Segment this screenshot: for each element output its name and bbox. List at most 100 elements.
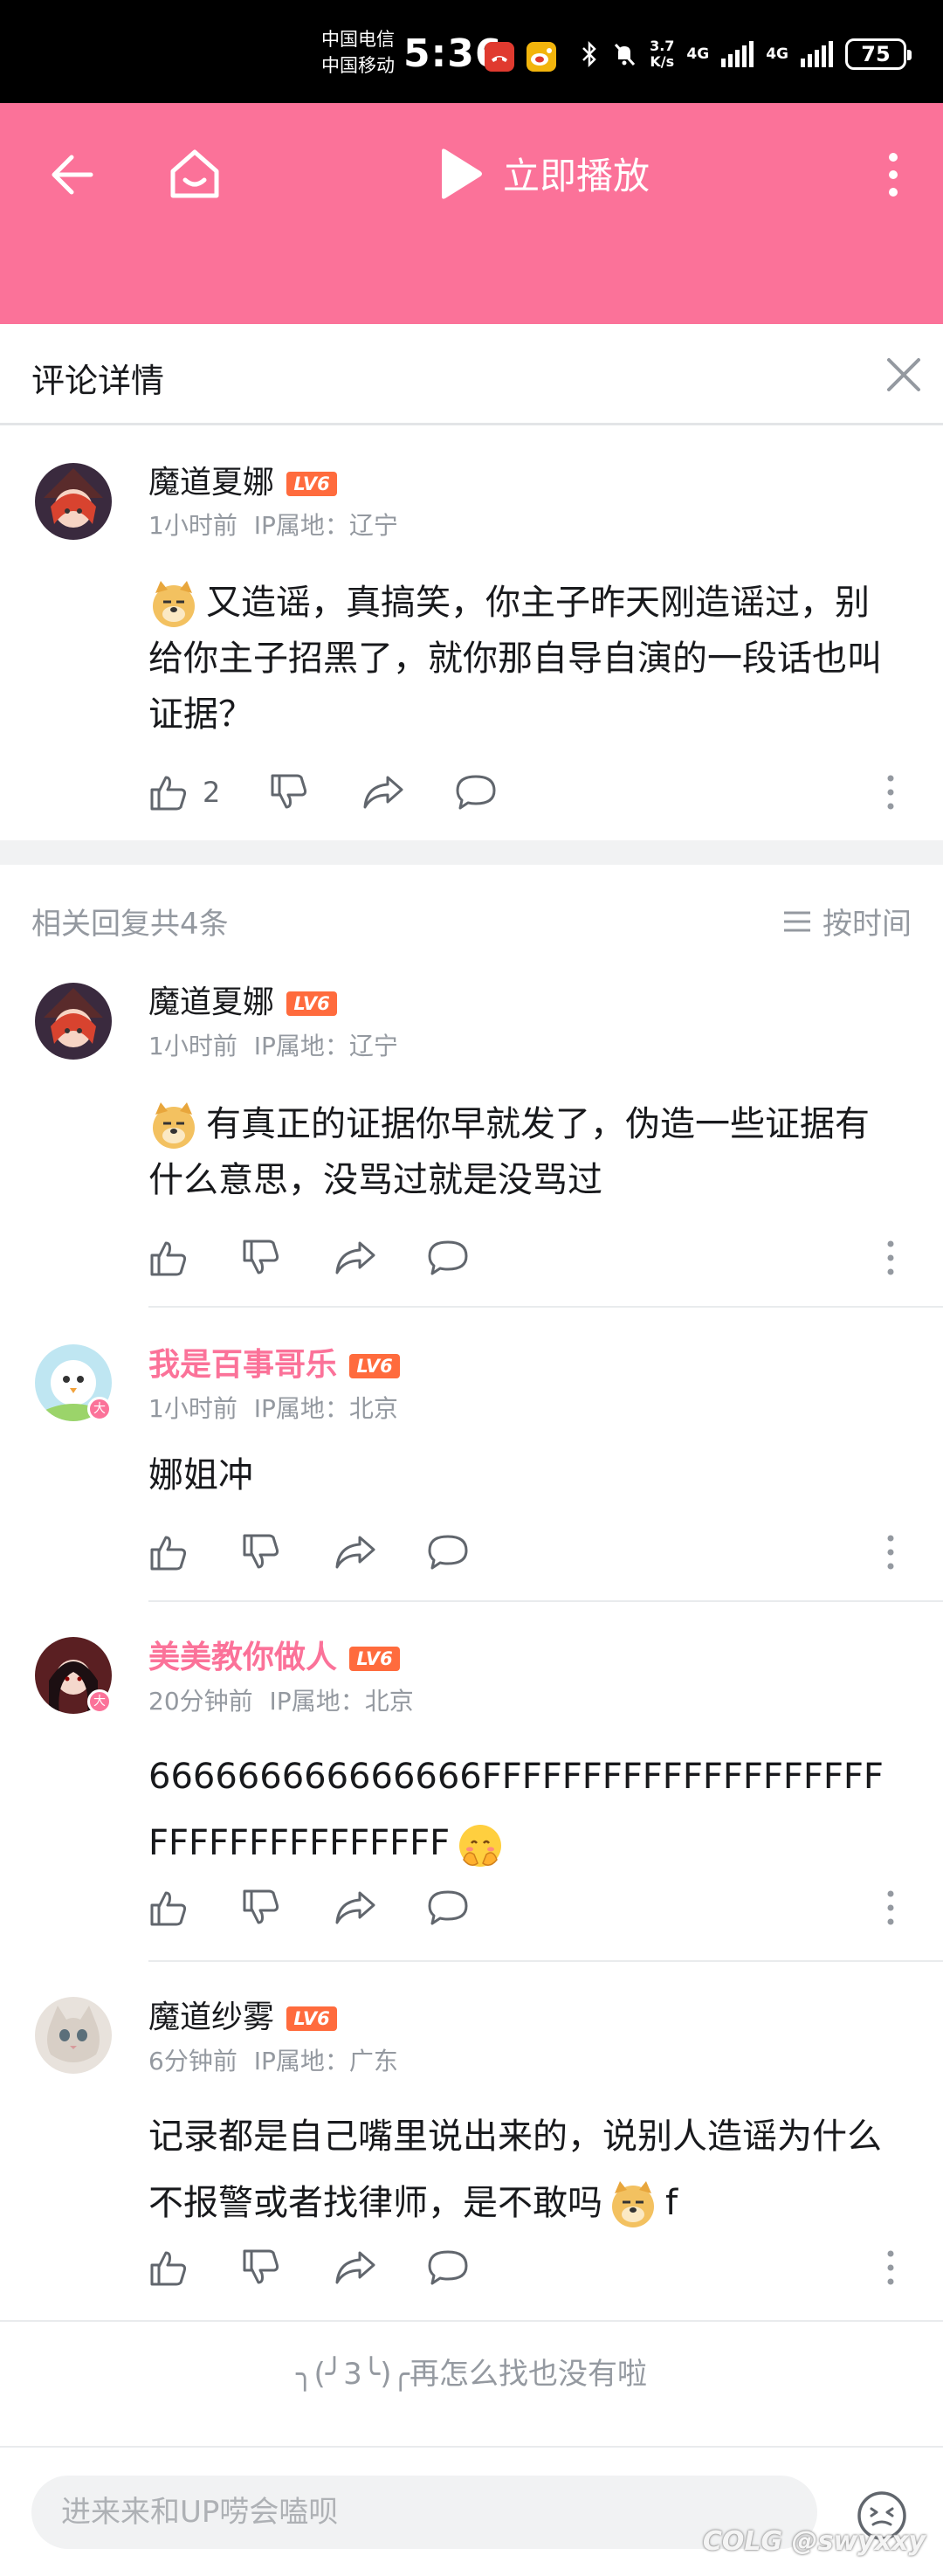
network-type-2: 4G — [766, 45, 788, 63]
reply-more-button[interactable] — [882, 1239, 899, 1277]
reply-ip: IP属地：北京 — [269, 1687, 414, 1716]
share-icon — [363, 776, 403, 809]
reply-username[interactable]: 魔道夏娜 LV6 — [148, 977, 338, 1022]
reply-more-button[interactable] — [882, 2248, 899, 2287]
reply-button[interactable] — [426, 1236, 470, 1280]
share-icon — [335, 1241, 375, 1274]
thumb-down-icon — [243, 1534, 279, 1569]
comment-more-button[interactable] — [882, 773, 899, 811]
reply-body-tail: f — [665, 2183, 678, 2223]
play-now-button[interactable]: 立即播放 — [437, 147, 650, 200]
comment-bubble-icon — [428, 2250, 468, 2285]
username-text: 我是百事哥乐 — [148, 1347, 338, 1383]
thumb-down-icon — [243, 2249, 279, 2284]
network-type-1: 4G — [686, 45, 710, 63]
carrier-2: 中国移动 — [321, 55, 395, 76]
reply-item: 大 美美教你做人 LV6 20分钟前 IP属地：北京 66666666666666… — [0, 1602, 943, 1960]
net-speed-value: 3.7 — [650, 38, 675, 54]
thumb-down-icon — [243, 1240, 279, 1274]
reply-body: 666666666666666FFFFFFFFFFFFFFFFFFFFFFFFF… — [148, 1757, 884, 1863]
dislike-button[interactable] — [269, 770, 313, 814]
home-button[interactable] — [166, 145, 224, 203]
username-text: 魔道夏娜 — [148, 984, 275, 1020]
level-badge: LV6 — [286, 991, 338, 1016]
reply-body: 记录都是自己嘴里说出来的，说别人造谣为什么不报警或者找律师，是不敢吗 — [148, 2117, 882, 2223]
reply-count-label: 相关回复共4条 — [31, 907, 229, 942]
share-button[interactable] — [334, 1530, 377, 1574]
reply-text: 记录都是自己嘴里说出来的，说别人造谣为什么不报警或者找律师，是不敢吗 f — [148, 2103, 899, 2236]
reply-time: 6分钟前 — [148, 2047, 237, 2075]
back-button[interactable] — [45, 148, 98, 201]
comment-text: 又造谣，真搞笑，你主子昨天刚造谣过，别给你主子招黑了，就你那自导自演的一段话也叫… — [148, 575, 899, 742]
more-vertical-icon — [889, 153, 898, 197]
reply-text: 娜姐冲 — [148, 1447, 899, 1503]
sort-list-icon — [784, 911, 810, 931]
more-vertical-icon — [887, 1890, 894, 1925]
comment-bubble-icon — [456, 775, 496, 810]
page-title: 评论详情 — [31, 362, 165, 400]
avatar[interactable] — [35, 983, 112, 1060]
dislike-button[interactable] — [241, 1530, 285, 1574]
reply-button[interactable] — [426, 1886, 470, 1930]
reply-username[interactable]: 美美教你做人 LV6 — [148, 1632, 401, 1677]
reply-actions — [148, 2246, 519, 2289]
reply-button[interactable] — [426, 1530, 470, 1574]
status-bar: 中国电信 中国移动 5:36 3.7 K/s 4G 4G 75 — [0, 0, 943, 103]
end-of-list-note: ╮(╯3╰)╭再怎么找也没有啦 — [295, 2357, 648, 2392]
dislike-button[interactable] — [241, 1236, 285, 1280]
username-text: 魔道纱雾 — [148, 1999, 275, 2035]
like-button[interactable] — [148, 1530, 192, 1574]
level-badge: LV6 — [349, 1647, 401, 1671]
mute-bell-icon — [614, 43, 636, 66]
reply-username[interactable]: 我是百事哥乐 LV6 — [148, 1339, 401, 1385]
reply-item: 魔道纱雾 LV6 6分钟前 IP属地：广东 记录都是自己嘴里说出来的，说别人造谣为… — [0, 1962, 943, 2320]
arrow-left-icon — [52, 155, 93, 195]
share-button[interactable] — [334, 1886, 377, 1930]
share-button[interactable] — [334, 2246, 377, 2289]
reply-ip: IP属地：广东 — [253, 2047, 398, 2075]
like-button[interactable] — [148, 2246, 192, 2289]
comment-input[interactable] — [31, 2476, 817, 2549]
reply-username[interactable]: 魔道纱雾 LV6 — [148, 1992, 338, 2037]
comment-actions: 2 — [148, 770, 547, 814]
comment-meta: 1小时前 IP属地：辽宁 — [148, 507, 398, 542]
avatar[interactable] — [35, 1997, 112, 2074]
avatar[interactable] — [35, 463, 112, 540]
reply-ip: IP属地：辽宁 — [253, 1032, 398, 1060]
comment-body: 又造谣，真搞笑，你主子昨天刚造谣过，别给你主子招黑了，就你那自导自演的一段话也叫… — [148, 583, 882, 735]
comment-username[interactable]: 魔道夏娜 LV6 — [148, 457, 338, 502]
missed-call-notification-icon — [485, 42, 514, 72]
signal-icon-1 — [721, 41, 754, 67]
reply-actions — [148, 1886, 519, 1930]
close-icon — [887, 358, 920, 391]
play-now-label: 立即播放 — [503, 155, 650, 197]
reply-text: 有真正的证据你早就发了，伪造一些证据有什么意思，没骂过就是没骂过 — [148, 1096, 899, 1208]
thumb-down-icon — [271, 774, 307, 809]
sort-by-time-button[interactable]: 按时间 — [782, 900, 912, 943]
username-text: 美美教你做人 — [148, 1640, 338, 1675]
close-button[interactable] — [882, 353, 926, 397]
carrier-labels: 中国电信 中国移动 — [321, 26, 395, 79]
like-button[interactable] — [148, 1236, 192, 1280]
share-button[interactable] — [334, 1236, 377, 1280]
level-badge: LV6 — [349, 1354, 401, 1378]
like-button[interactable] — [148, 1886, 192, 1930]
reply-button[interactable] — [426, 2246, 470, 2289]
comment-ip: IP属地：辽宁 — [253, 511, 398, 540]
reply-more-button[interactable] — [882, 1533, 899, 1571]
thumb-down-icon — [243, 1889, 279, 1924]
doge-emoji-icon — [612, 2181, 654, 2227]
battery-indicator: 75 — [845, 38, 912, 70]
share-button[interactable] — [361, 770, 405, 814]
comment-time: 1小时前 — [148, 511, 237, 540]
shy-face-emoji-icon — [459, 1825, 502, 1867]
reply-button[interactable] — [454, 770, 498, 814]
comment-composer: COLG @swyxxy — [0, 2446, 943, 2576]
dislike-button[interactable] — [241, 2246, 285, 2289]
net-speed-unit: K/s — [650, 53, 675, 70]
like-button[interactable] — [148, 770, 192, 814]
dislike-button[interactable] — [241, 1886, 285, 1930]
more-options-button[interactable] — [880, 148, 906, 201]
reply-more-button[interactable] — [882, 1889, 899, 1927]
share-icon — [335, 2251, 375, 2284]
